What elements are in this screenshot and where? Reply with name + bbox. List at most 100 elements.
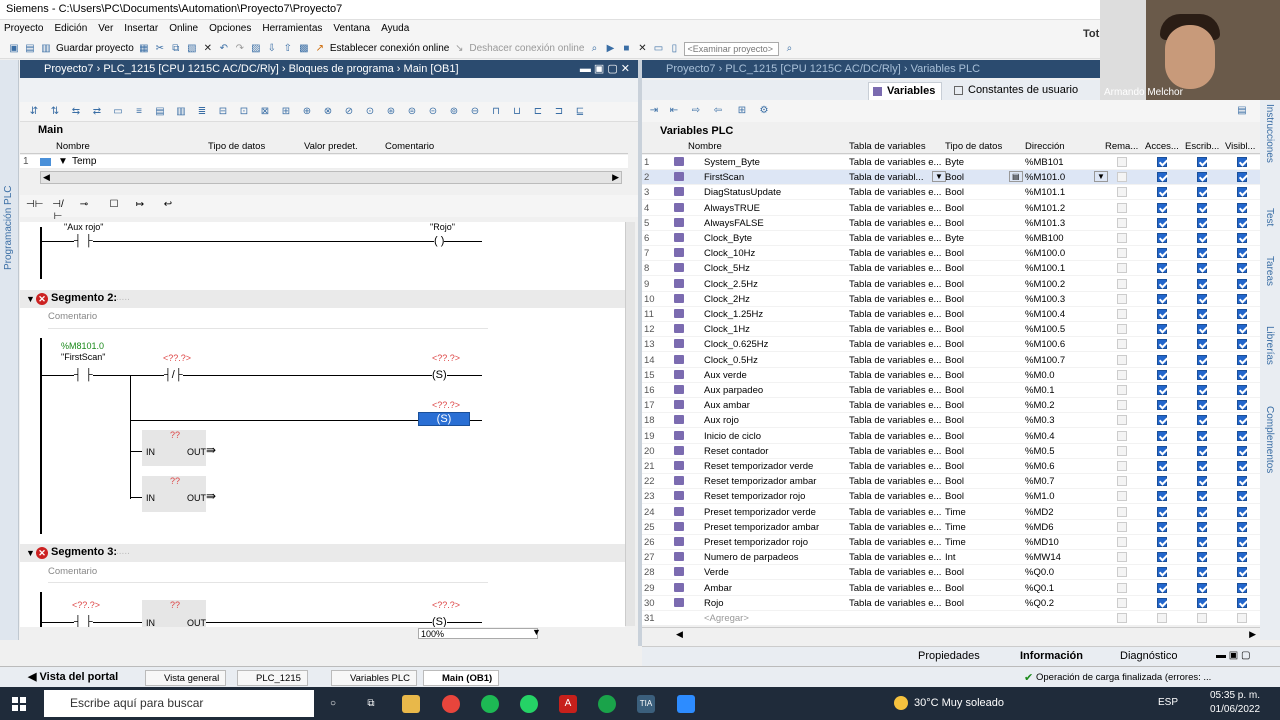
editor-tool-icon[interactable]: ⊚ — [448, 106, 460, 118]
whatsapp-icon[interactable] — [520, 695, 538, 713]
visible-checkbox[interactable] — [1237, 582, 1247, 593]
plc-programming-tab[interactable]: Programación PLC — [3, 186, 14, 270]
spotify-icon[interactable] — [481, 695, 499, 713]
retain-checkbox[interactable] — [1117, 537, 1127, 547]
nc-contact[interactable]: ┤/├ — [164, 369, 183, 381]
start-button[interactable] — [12, 697, 26, 711]
retain-checkbox[interactable] — [1117, 552, 1127, 563]
delete-icon[interactable]: ✕ — [202, 43, 214, 55]
visible-checkbox[interactable] — [1237, 157, 1247, 167]
retain-checkbox[interactable] — [1117, 445, 1127, 456]
retain-checkbox[interactable] — [1117, 278, 1127, 289]
open-branch-icon[interactable]: ↦ — [134, 199, 146, 211]
retain-checkbox[interactable] — [1117, 324, 1127, 335]
variable-row[interactable]: 15 Aux verde Tabla de variables e... Bool %M… — [642, 368, 1260, 383]
retain-checkbox[interactable] — [1117, 476, 1127, 487]
writable-checkbox[interactable] — [1197, 476, 1207, 487]
split-h-icon[interactable]: ▭ — [652, 43, 664, 55]
editor-tool-icon[interactable]: ⊓ — [490, 106, 502, 118]
editor-tool-icon[interactable]: ⊕ — [301, 106, 313, 118]
visible-checkbox[interactable] — [1237, 597, 1247, 608]
editor-tool-icon[interactable]: ⊛ — [385, 106, 397, 118]
retain-checkbox[interactable] — [1117, 597, 1127, 608]
accessible-checkbox[interactable] — [1157, 476, 1167, 487]
portal-tab-overview[interactable]: Vista general — [145, 670, 227, 686]
accessible-checkbox[interactable] — [1157, 400, 1167, 411]
visible-checkbox[interactable] — [1237, 552, 1247, 563]
add-row-icon[interactable]: ⇤ — [668, 105, 680, 117]
compile-icon[interactable]: ▨ — [250, 43, 262, 55]
file-explorer-icon[interactable] — [402, 695, 420, 713]
variable-row[interactable]: 6 Clock_Byte Tabla de variables e... Byte %M… — [642, 231, 1260, 246]
breadcrumb-item[interactable]: Variables PLC — [911, 63, 981, 75]
accessible-checkbox[interactable] — [1157, 582, 1167, 593]
pane-options-icon[interactable]: ▤ — [1236, 105, 1248, 117]
variable-row[interactable]: 17 Aux ambar Tabla de variables e... Bool %M… — [642, 398, 1260, 414]
variable-row[interactable]: 27 Numero de parpadeos Tabla de variables … — [642, 550, 1260, 566]
scroll-left-icon[interactable]: ◀ — [43, 172, 50, 183]
chrome-icon[interactable] — [442, 695, 460, 713]
menu-item[interactable]: Ayuda — [377, 20, 416, 34]
visible-checkbox[interactable] — [1237, 187, 1247, 198]
accessible-checkbox[interactable] — [1157, 369, 1167, 380]
visible-checkbox[interactable] — [1237, 172, 1247, 183]
portal-view-button[interactable]: ◀ Vista del portal — [28, 670, 118, 683]
retain-checkbox[interactable] — [1117, 521, 1127, 532]
offline-icon[interactable]: ↘ — [453, 43, 465, 55]
import-icon[interactable]: ⇦ — [712, 105, 724, 117]
accessible-checkbox[interactable] — [1157, 537, 1167, 547]
variable-row[interactable]: 28 Verde Tabla de variables e... Bool %Q0.0 — [642, 565, 1260, 581]
undo-icon[interactable]: ↶ — [218, 43, 230, 55]
clock-date[interactable]: 01/06/2022 — [1210, 704, 1260, 715]
paste-icon[interactable]: ▧ — [186, 43, 198, 55]
info-tab[interactable]: Información — [1004, 650, 1083, 662]
variable-row[interactable]: 16 Aux parpadeo Tabla de variables e... Boo… — [642, 383, 1260, 398]
menu-item[interactable]: Edición — [50, 20, 94, 34]
writable-checkbox[interactable] — [1197, 552, 1207, 563]
accessible-checkbox[interactable] — [1157, 567, 1167, 578]
writable-checkbox[interactable] — [1197, 202, 1207, 213]
menu-item[interactable]: Herramientas — [258, 20, 329, 34]
writable-checkbox[interactable] — [1197, 567, 1207, 578]
ladder-canvas[interactable]: "Aux rojo" ┤ ├ "Rojo" ( ) ▼ ✕ Segmento 2… — [20, 222, 625, 640]
breadcrumb-item[interactable]: Proyecto7 — [666, 63, 716, 75]
accessible-checkbox[interactable] — [1157, 263, 1167, 274]
visible-checkbox[interactable] — [1237, 217, 1247, 228]
retain-checkbox[interactable] — [1117, 248, 1127, 259]
variable-row[interactable]: 11 Clock_1.25Hz Tabla de variables e... Boo… — [642, 307, 1260, 322]
settings-icon[interactable]: ⚙ — [758, 105, 770, 117]
set-coil-1[interactable]: (S) — [432, 369, 447, 381]
visible-checkbox[interactable] — [1237, 537, 1247, 547]
accessible-checkbox[interactable] — [1157, 521, 1167, 532]
variable-row[interactable]: 21 Reset temporizador verde Tabla de varia… — [642, 459, 1260, 474]
writable-checkbox[interactable] — [1197, 415, 1207, 426]
variable-row[interactable]: 31 <Agregar> — [642, 611, 1260, 625]
writable-checkbox[interactable] — [1197, 491, 1207, 502]
visible-checkbox[interactable] — [1237, 309, 1247, 319]
writable-checkbox[interactable] — [1197, 613, 1207, 623]
variable-row[interactable]: 24 Preset temporizador verde Tabla de vari… — [642, 505, 1260, 520]
visible-checkbox[interactable] — [1237, 385, 1247, 395]
editor-tool-icon[interactable]: ⊖ — [469, 106, 481, 118]
editor-tool-icon[interactable]: ⊑ — [574, 106, 586, 118]
retain-checkbox[interactable] — [1117, 233, 1127, 243]
accessible-devices-icon[interactable]: ⌕ — [588, 43, 600, 55]
accessible-checkbox[interactable] — [1157, 202, 1167, 213]
coil-icon[interactable]: ⊸ — [78, 199, 90, 211]
accessible-checkbox[interactable] — [1157, 354, 1167, 365]
editor-tool-icon[interactable]: ≣ — [196, 106, 208, 118]
accessible-checkbox[interactable] — [1157, 172, 1167, 183]
taskbar-search[interactable]: Escribe aquí para buscar — [44, 690, 314, 717]
breadcrumb-item[interactable]: PLC_1215 [CPU 1215C AC/DC/Rly] — [103, 63, 278, 75]
accessible-checkbox[interactable] — [1157, 491, 1167, 502]
export-icon[interactable]: ⇨ — [690, 105, 702, 117]
accessible-checkbox[interactable] — [1157, 430, 1167, 441]
visible-checkbox[interactable] — [1237, 415, 1247, 426]
visible-checkbox[interactable] — [1237, 248, 1247, 259]
breadcrumb-item[interactable]: Proyecto7 — [44, 63, 94, 75]
accessible-checkbox[interactable] — [1157, 309, 1167, 319]
editor-tool-icon[interactable]: ⇵ — [28, 106, 40, 118]
task-card-tab[interactable]: Tareas — [1264, 256, 1275, 286]
table-dropdown-icon[interactable]: ▼ — [932, 171, 946, 183]
writable-checkbox[interactable] — [1197, 233, 1207, 243]
